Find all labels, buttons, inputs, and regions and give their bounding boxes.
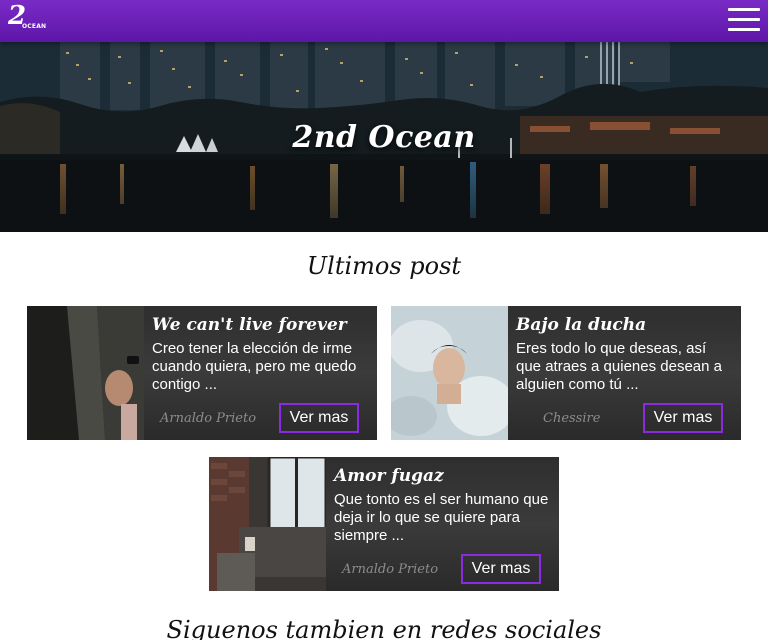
latest-posts-heading: Ultimos post: [306, 252, 462, 280]
hero-banner: 2nd Ocean: [0, 42, 768, 232]
top-navbar: 2 OCEAN: [0, 0, 768, 42]
site-logo[interactable]: 2 OCEAN: [8, 1, 46, 32]
logo-subtext: OCEAN: [22, 23, 47, 30]
post-title[interactable]: We can't live forever: [152, 314, 369, 336]
post-excerpt: Creo tener la elección de irme cuando qu…: [152, 340, 357, 393]
read-more-button[interactable]: Ver mas: [461, 554, 541, 584]
post-excerpt: Eres todo lo que deseas, así que atraes …: [516, 340, 722, 393]
read-more-button[interactable]: Ver mas: [279, 403, 359, 433]
read-more-button[interactable]: Ver mas: [643, 403, 723, 433]
post-thumbnail: [209, 457, 326, 591]
hamburger-menu-icon[interactable]: [728, 7, 760, 33]
social-heading: Siguenos tambien en redes sociales: [166, 616, 602, 640]
post-card[interactable]: We can't live forever Creo tener la elec…: [27, 306, 377, 440]
post-author: Arnaldo Prieto: [160, 411, 257, 426]
post-excerpt: Que tonto es el ser humano que deja ir l…: [334, 491, 549, 544]
post-title[interactable]: Bajo la ducha: [516, 314, 733, 336]
post-author: Chessire: [543, 411, 601, 426]
post-thumbnail: [391, 306, 508, 440]
post-thumbnail: [27, 306, 144, 440]
post-card[interactable]: Bajo la ducha Eres todo lo que deseas, a…: [391, 306, 741, 440]
hero-title: 2nd Ocean: [292, 120, 476, 155]
post-title[interactable]: Amor fugaz: [334, 465, 551, 487]
post-card[interactable]: Amor fugaz Que tonto es el ser humano qu…: [209, 457, 559, 591]
post-author: Arnaldo Prieto: [342, 562, 439, 577]
